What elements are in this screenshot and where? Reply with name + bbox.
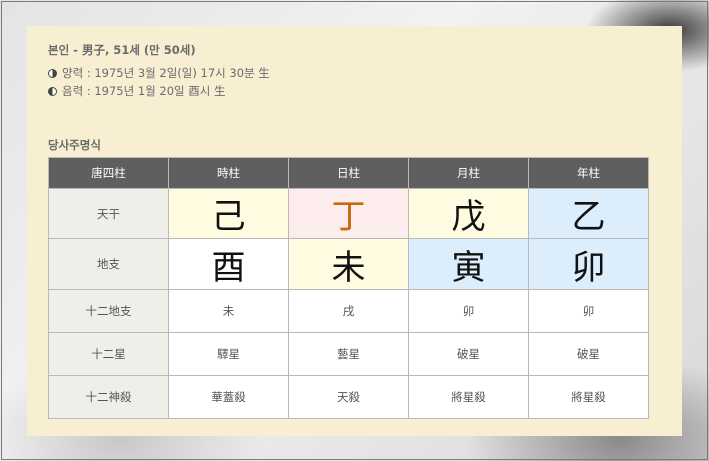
table-cell: 藝星 bbox=[288, 332, 409, 376]
row-label-twelve-spirits: 十二神殺 bbox=[48, 375, 169, 419]
table-row: 十二星 驛星 藝星 破星 破星 bbox=[48, 332, 649, 376]
branch-year: 卯 bbox=[528, 238, 649, 290]
table-cell: 破星 bbox=[528, 332, 649, 376]
stem-month: 戊 bbox=[408, 188, 529, 239]
header-hour-pillar: 時柱 bbox=[168, 157, 289, 189]
lunar-date-line: 음력 : 1975년 1월 20일 酉시 生 bbox=[48, 83, 226, 99]
row-label-twelve-branches: 十二地支 bbox=[48, 289, 169, 333]
row-label-branch: 地支 bbox=[48, 238, 169, 290]
table-cell: 戌 bbox=[288, 289, 409, 333]
lunar-date-text: 음력 : 1975년 1월 20일 酉시 生 bbox=[62, 84, 226, 98]
table-cell: 天殺 bbox=[288, 375, 409, 419]
table-row: 天干 己 丁 戊 乙 bbox=[48, 188, 649, 239]
stem-hour: 己 bbox=[168, 188, 289, 239]
table-header-row: 唐四柱 時柱 日柱 月柱 年柱 bbox=[48, 157, 649, 189]
half-circle-left-filled-icon bbox=[48, 86, 57, 96]
table-cell: 驛星 bbox=[168, 332, 289, 376]
table-row: 十二神殺 華蓋殺 天殺 將星殺 將星殺 bbox=[48, 375, 649, 419]
saju-table: 唐四柱 時柱 日柱 月柱 年柱 天干 己 丁 戊 乙 地支 酉 未 寅 卯 十二… bbox=[48, 157, 649, 419]
table-cell: 華蓋殺 bbox=[168, 375, 289, 419]
header-day-pillar: 日柱 bbox=[288, 157, 409, 189]
table-cell: 卯 bbox=[528, 289, 649, 333]
header-dang-saju: 唐四柱 bbox=[48, 157, 169, 189]
stem-year: 乙 bbox=[528, 188, 649, 239]
branch-day: 未 bbox=[288, 238, 409, 290]
table-cell: 未 bbox=[168, 289, 289, 333]
table-row: 十二地支 未 戌 卯 卯 bbox=[48, 289, 649, 333]
header-year-pillar: 年柱 bbox=[528, 157, 649, 189]
row-label-twelve-stars: 十二星 bbox=[48, 332, 169, 376]
table-cell: 將星殺 bbox=[408, 375, 529, 419]
solar-date-text: 양력 : 1975년 3월 2일(일) 17시 30분 生 bbox=[62, 66, 270, 80]
row-label-stem: 天干 bbox=[48, 188, 169, 239]
stem-day: 丁 bbox=[288, 188, 409, 239]
section-title: 당사주명식 bbox=[48, 138, 101, 152]
table-cell: 將星殺 bbox=[528, 375, 649, 419]
profile-title: 본인 - 男子, 51세 (만 50세) bbox=[48, 43, 196, 57]
table-cell: 卯 bbox=[408, 289, 529, 333]
table-row: 地支 酉 未 寅 卯 bbox=[48, 238, 649, 290]
branch-hour: 酉 bbox=[168, 238, 289, 290]
branch-month: 寅 bbox=[408, 238, 529, 290]
header-month-pillar: 月柱 bbox=[408, 157, 529, 189]
table-cell: 破星 bbox=[408, 332, 529, 376]
half-circle-right-filled-icon bbox=[48, 68, 57, 78]
saju-panel: 본인 - 男子, 51세 (만 50세) 양력 : 1975년 3월 2일(일)… bbox=[27, 26, 682, 436]
solar-date-line: 양력 : 1975년 3월 2일(일) 17시 30분 生 bbox=[48, 65, 270, 81]
